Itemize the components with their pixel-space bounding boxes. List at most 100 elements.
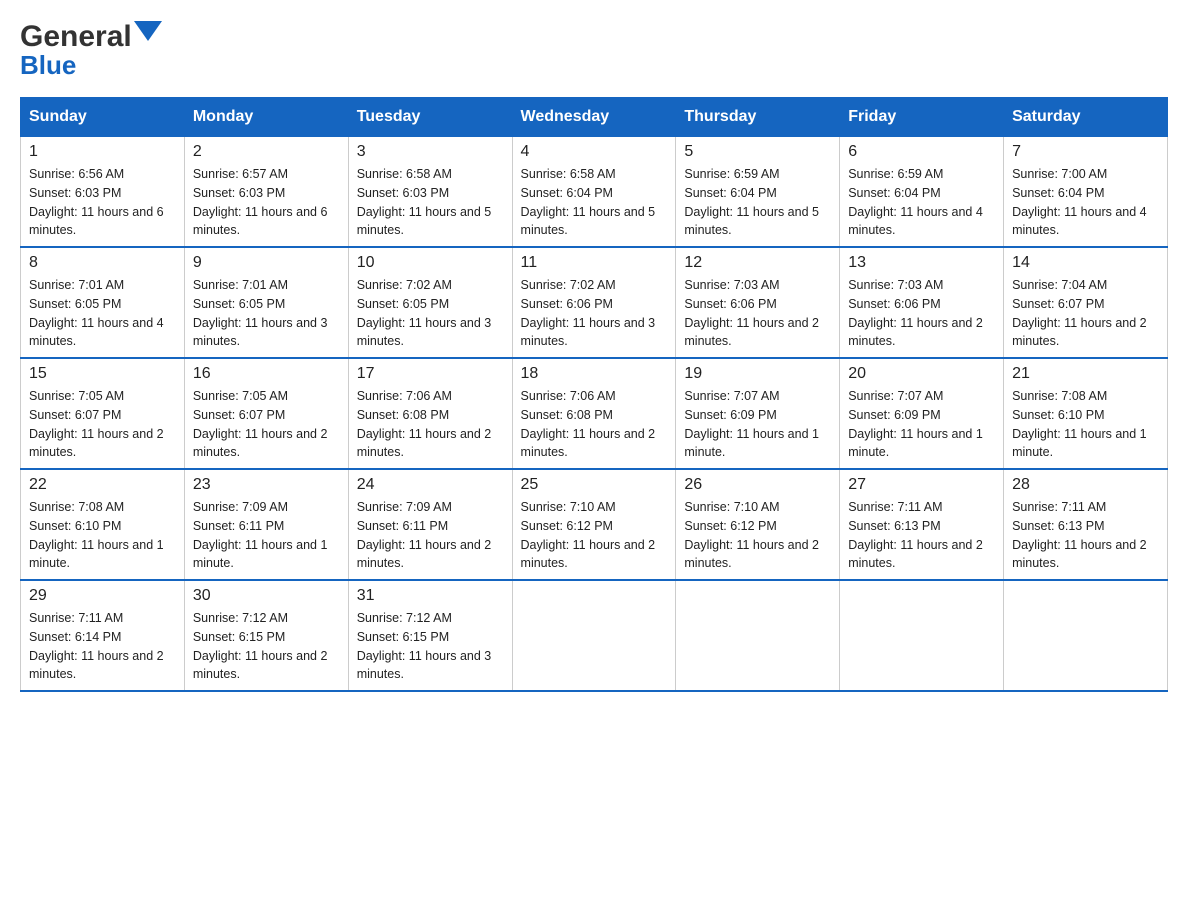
daylight-label: Daylight: 11 hours and 2 minutes.: [521, 538, 656, 571]
day-number: 11: [521, 254, 668, 272]
calendar-week-row: 22 Sunrise: 7:08 AM Sunset: 6:10 PM Dayl…: [21, 469, 1168, 580]
calendar-cell: 27 Sunrise: 7:11 AM Sunset: 6:13 PM Dayl…: [840, 469, 1004, 580]
daylight-label: Daylight: 11 hours and 2 minutes.: [848, 538, 983, 571]
daylight-label: Daylight: 11 hours and 2 minutes.: [357, 538, 492, 571]
sunrise-label: Sunrise: 6:56 AM: [29, 167, 124, 181]
daylight-label: Daylight: 11 hours and 2 minutes.: [29, 649, 164, 682]
sunset-label: Sunset: 6:05 PM: [357, 297, 449, 311]
daylight-label: Daylight: 11 hours and 2 minutes.: [1012, 316, 1147, 349]
sunrise-label: Sunrise: 7:07 AM: [684, 389, 779, 403]
day-info: Sunrise: 7:00 AM Sunset: 6:04 PM Dayligh…: [1012, 165, 1159, 240]
day-number: 26: [684, 476, 831, 494]
calendar-week-row: 1 Sunrise: 6:56 AM Sunset: 6:03 PM Dayli…: [21, 137, 1168, 248]
calendar-cell: 16 Sunrise: 7:05 AM Sunset: 6:07 PM Dayl…: [184, 358, 348, 469]
day-info: Sunrise: 7:06 AM Sunset: 6:08 PM Dayligh…: [521, 387, 668, 462]
sunrise-label: Sunrise: 7:10 AM: [684, 500, 779, 514]
daylight-label: Daylight: 11 hours and 2 minutes.: [193, 649, 328, 682]
daylight-label: Daylight: 11 hours and 3 minutes.: [521, 316, 656, 349]
day-number: 21: [1012, 365, 1159, 383]
day-number: 22: [29, 476, 176, 494]
day-info: Sunrise: 7:12 AM Sunset: 6:15 PM Dayligh…: [357, 609, 504, 684]
sunrise-label: Sunrise: 7:01 AM: [29, 278, 124, 292]
sunrise-label: Sunrise: 7:03 AM: [684, 278, 779, 292]
sunrise-label: Sunrise: 7:01 AM: [193, 278, 288, 292]
header-saturday: Saturday: [1004, 98, 1168, 137]
sunset-label: Sunset: 6:04 PM: [1012, 186, 1104, 200]
logo-triangle-icon: [134, 21, 162, 49]
day-info: Sunrise: 6:58 AM Sunset: 6:04 PM Dayligh…: [521, 165, 668, 240]
sunset-label: Sunset: 6:14 PM: [29, 630, 121, 644]
calendar-cell: 13 Sunrise: 7:03 AM Sunset: 6:06 PM Dayl…: [840, 247, 1004, 358]
sunset-label: Sunset: 6:09 PM: [684, 408, 776, 422]
sunset-label: Sunset: 6:05 PM: [29, 297, 121, 311]
sunset-label: Sunset: 6:09 PM: [848, 408, 940, 422]
calendar-cell: 4 Sunrise: 6:58 AM Sunset: 6:04 PM Dayli…: [512, 137, 676, 248]
calendar-cell: 5 Sunrise: 6:59 AM Sunset: 6:04 PM Dayli…: [676, 137, 840, 248]
day-number: 30: [193, 587, 340, 605]
daylight-label: Daylight: 11 hours and 2 minutes.: [521, 427, 656, 460]
sunset-label: Sunset: 6:03 PM: [29, 186, 121, 200]
day-info: Sunrise: 7:01 AM Sunset: 6:05 PM Dayligh…: [193, 276, 340, 351]
calendar-cell: 15 Sunrise: 7:05 AM Sunset: 6:07 PM Dayl…: [21, 358, 185, 469]
sunrise-label: Sunrise: 7:08 AM: [29, 500, 124, 514]
day-number: 1: [29, 143, 176, 161]
sunrise-label: Sunrise: 7:11 AM: [848, 500, 942, 514]
day-info: Sunrise: 7:02 AM Sunset: 6:05 PM Dayligh…: [357, 276, 504, 351]
day-number: 4: [521, 143, 668, 161]
day-info: Sunrise: 7:05 AM Sunset: 6:07 PM Dayligh…: [193, 387, 340, 462]
sunrise-label: Sunrise: 7:02 AM: [357, 278, 452, 292]
daylight-label: Daylight: 11 hours and 1 minute.: [684, 427, 819, 460]
sunset-label: Sunset: 6:10 PM: [29, 519, 121, 533]
day-info: Sunrise: 7:03 AM Sunset: 6:06 PM Dayligh…: [684, 276, 831, 351]
calendar-week-row: 15 Sunrise: 7:05 AM Sunset: 6:07 PM Dayl…: [21, 358, 1168, 469]
sunset-label: Sunset: 6:04 PM: [848, 186, 940, 200]
calendar-week-row: 29 Sunrise: 7:11 AM Sunset: 6:14 PM Dayl…: [21, 580, 1168, 691]
day-info: Sunrise: 7:01 AM Sunset: 6:05 PM Dayligh…: [29, 276, 176, 351]
sunrise-label: Sunrise: 7:03 AM: [848, 278, 943, 292]
daylight-label: Daylight: 11 hours and 1 minute.: [848, 427, 983, 460]
day-number: 2: [193, 143, 340, 161]
sunset-label: Sunset: 6:11 PM: [357, 519, 449, 533]
sunrise-label: Sunrise: 7:12 AM: [193, 611, 288, 625]
sunset-label: Sunset: 6:04 PM: [521, 186, 613, 200]
sunrise-label: Sunrise: 6:59 AM: [684, 167, 779, 181]
calendar-cell: 18 Sunrise: 7:06 AM Sunset: 6:08 PM Dayl…: [512, 358, 676, 469]
day-info: Sunrise: 7:08 AM Sunset: 6:10 PM Dayligh…: [1012, 387, 1159, 462]
day-info: Sunrise: 7:04 AM Sunset: 6:07 PM Dayligh…: [1012, 276, 1159, 351]
day-info: Sunrise: 7:02 AM Sunset: 6:06 PM Dayligh…: [521, 276, 668, 351]
calendar-cell: [840, 580, 1004, 691]
day-number: 5: [684, 143, 831, 161]
daylight-label: Daylight: 11 hours and 4 minutes.: [848, 205, 983, 238]
day-info: Sunrise: 7:11 AM Sunset: 6:13 PM Dayligh…: [848, 498, 995, 573]
day-info: Sunrise: 6:59 AM Sunset: 6:04 PM Dayligh…: [684, 165, 831, 240]
daylight-label: Daylight: 11 hours and 4 minutes.: [29, 316, 164, 349]
calendar-cell: 29 Sunrise: 7:11 AM Sunset: 6:14 PM Dayl…: [21, 580, 185, 691]
day-number: 13: [848, 254, 995, 272]
calendar-cell: 26 Sunrise: 7:10 AM Sunset: 6:12 PM Dayl…: [676, 469, 840, 580]
sunrise-label: Sunrise: 7:05 AM: [29, 389, 124, 403]
daylight-label: Daylight: 11 hours and 2 minutes.: [1012, 538, 1147, 571]
sunset-label: Sunset: 6:15 PM: [193, 630, 285, 644]
sunset-label: Sunset: 6:06 PM: [521, 297, 613, 311]
day-number: 19: [684, 365, 831, 383]
day-info: Sunrise: 6:56 AM Sunset: 6:03 PM Dayligh…: [29, 165, 176, 240]
day-number: 29: [29, 587, 176, 605]
header-friday: Friday: [840, 98, 1004, 137]
calendar-cell: [512, 580, 676, 691]
day-info: Sunrise: 7:10 AM Sunset: 6:12 PM Dayligh…: [521, 498, 668, 573]
day-info: Sunrise: 7:12 AM Sunset: 6:15 PM Dayligh…: [193, 609, 340, 684]
calendar-cell: 9 Sunrise: 7:01 AM Sunset: 6:05 PM Dayli…: [184, 247, 348, 358]
calendar-cell: 2 Sunrise: 6:57 AM Sunset: 6:03 PM Dayli…: [184, 137, 348, 248]
sunset-label: Sunset: 6:12 PM: [684, 519, 776, 533]
daylight-label: Daylight: 11 hours and 2 minutes.: [29, 427, 164, 460]
calendar-cell: 6 Sunrise: 6:59 AM Sunset: 6:04 PM Dayli…: [840, 137, 1004, 248]
calendar-cell: 7 Sunrise: 7:00 AM Sunset: 6:04 PM Dayli…: [1004, 137, 1168, 248]
daylight-label: Daylight: 11 hours and 5 minutes.: [357, 205, 492, 238]
day-info: Sunrise: 7:11 AM Sunset: 6:14 PM Dayligh…: [29, 609, 176, 684]
daylight-label: Daylight: 11 hours and 2 minutes.: [684, 538, 819, 571]
sunrise-label: Sunrise: 6:59 AM: [848, 167, 943, 181]
sunrise-label: Sunrise: 6:57 AM: [193, 167, 288, 181]
sunset-label: Sunset: 6:11 PM: [193, 519, 285, 533]
sunset-label: Sunset: 6:07 PM: [1012, 297, 1104, 311]
sunrise-label: Sunrise: 7:02 AM: [521, 278, 616, 292]
